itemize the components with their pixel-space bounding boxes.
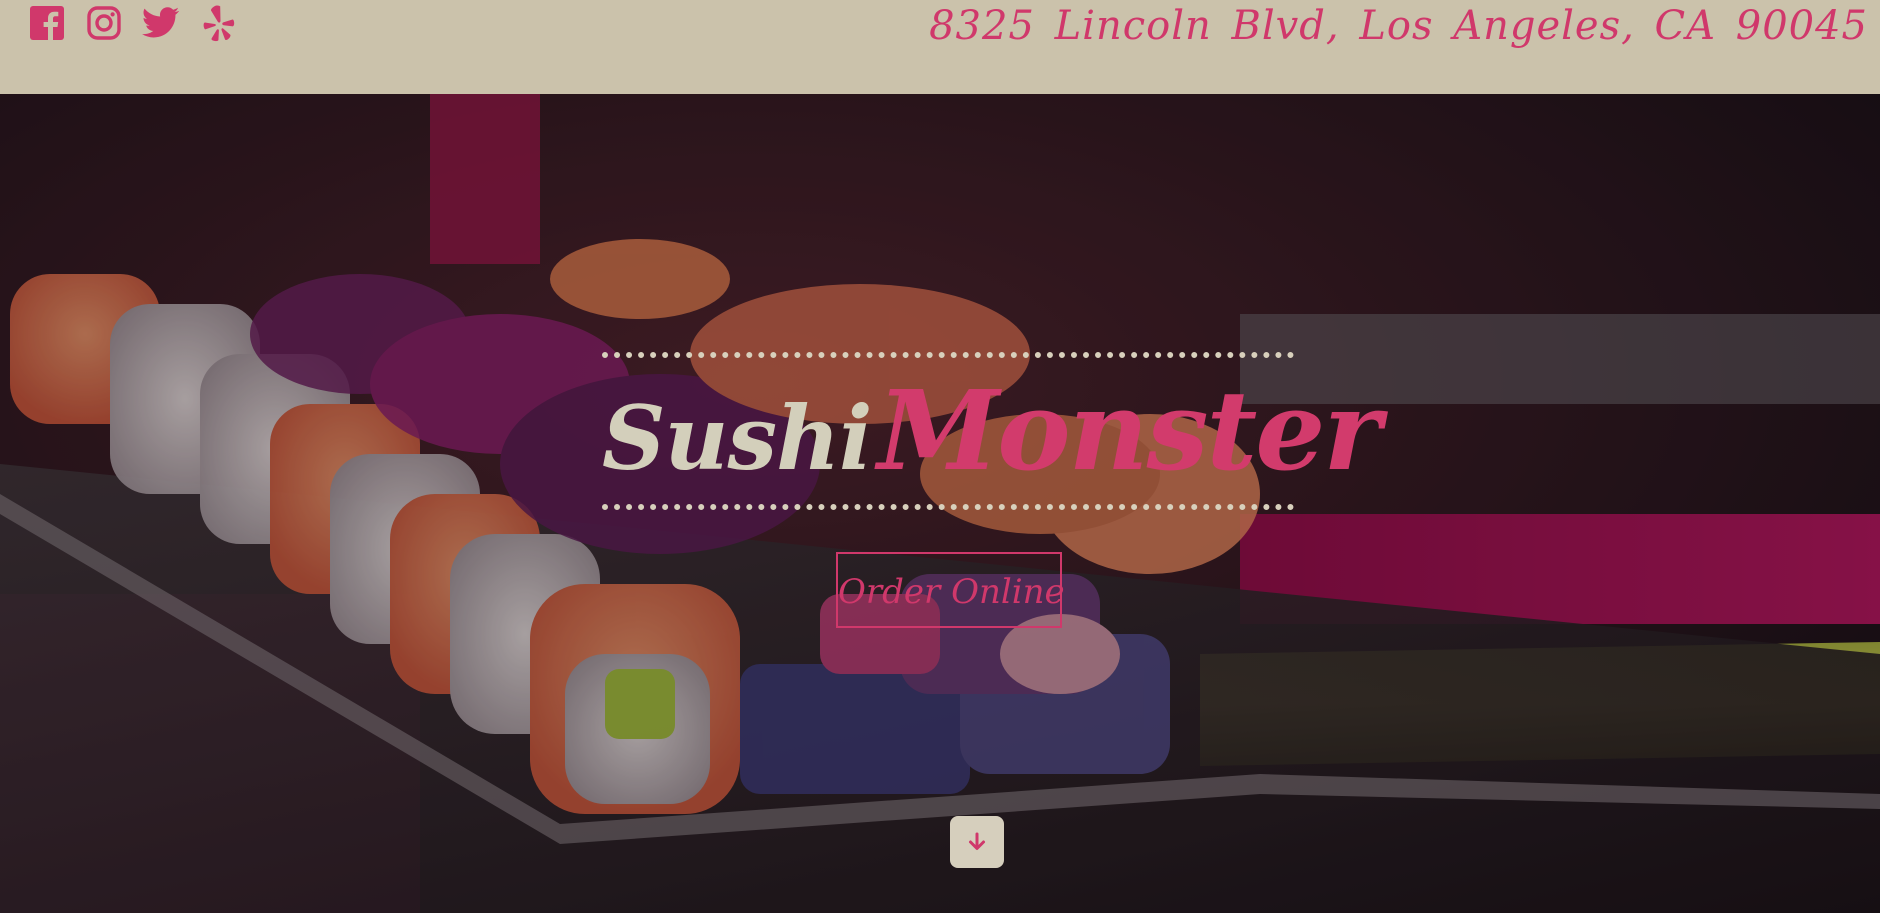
- social-links: [28, 4, 237, 42]
- restaurant-address: 8325 Lincoln Blvd, Los Angeles, CA 90045: [929, 3, 1868, 49]
- divider-bottom: [602, 504, 1294, 510]
- arrow-down-icon: [969, 832, 985, 850]
- yelp-icon[interactable]: [199, 4, 237, 42]
- divider-top: [602, 352, 1294, 358]
- order-online-button[interactable]: Order Online: [836, 552, 1065, 628]
- brand-word-sushi: Sushi: [602, 386, 872, 490]
- brand-word-monster: Monster: [877, 366, 1381, 495]
- twitter-icon[interactable]: [142, 4, 180, 42]
- top-bar: 8325 Lincoln Blvd, Los Angeles, CA 90045: [0, 0, 1880, 94]
- brand-title: SushiMonster: [602, 366, 1381, 496]
- instagram-icon[interactable]: [85, 4, 123, 42]
- facebook-icon[interactable]: [28, 4, 66, 42]
- hero-section: SushiMonster Order Online: [0, 94, 1880, 913]
- scroll-down-button[interactable]: [950, 816, 1004, 868]
